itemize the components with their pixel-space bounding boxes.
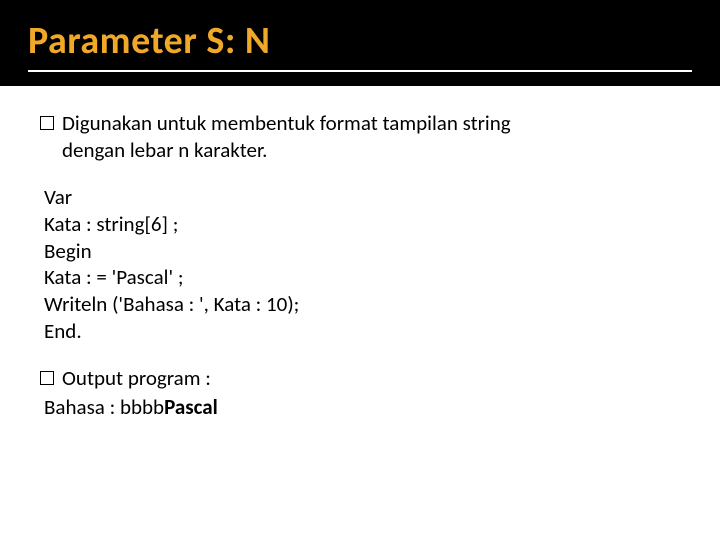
code-l3: Begin (44, 238, 680, 265)
output-prefix: Bahasa : bbbb (44, 394, 164, 420)
output-label-row: Output program : (40, 365, 680, 392)
content-area: Digunakan untuk membentuk format tampila… (0, 86, 720, 421)
code-l6: End. (44, 318, 680, 345)
code-block: Var Kata : string[6] ; Begin Kata : = 'P… (40, 184, 680, 345)
title-spacer (28, 72, 692, 82)
desc-text: Digunakan untuk membentuk format tampila… (62, 110, 680, 164)
desc-line1: Digunakan untuk membentuk format tampila… (62, 110, 511, 136)
code-l1: Var (44, 184, 680, 211)
title-band: Parameter S: N (0, 0, 720, 86)
desc-row: Digunakan untuk membentuk format tampila… (40, 110, 680, 164)
output-bold: Pascal (164, 394, 218, 420)
code-l4: Kata : = 'Pascal' ; (44, 264, 680, 291)
desc-line2: dengan lebar n karakter. (62, 137, 267, 163)
square-bullet-icon (40, 116, 54, 130)
code-l2: Kata : string[6] ; (44, 211, 680, 238)
square-bullet-icon (40, 371, 54, 385)
slide-title: Parameter S: N (28, 18, 692, 72)
code-l5: Writeln ('Bahasa : ', Kata : 10); (44, 291, 680, 318)
output-block: Output program : Bahasa : bbbbPascal (40, 365, 680, 421)
output-label: Output program : (62, 365, 680, 392)
output-line: Bahasa : bbbbPascal (44, 394, 680, 421)
